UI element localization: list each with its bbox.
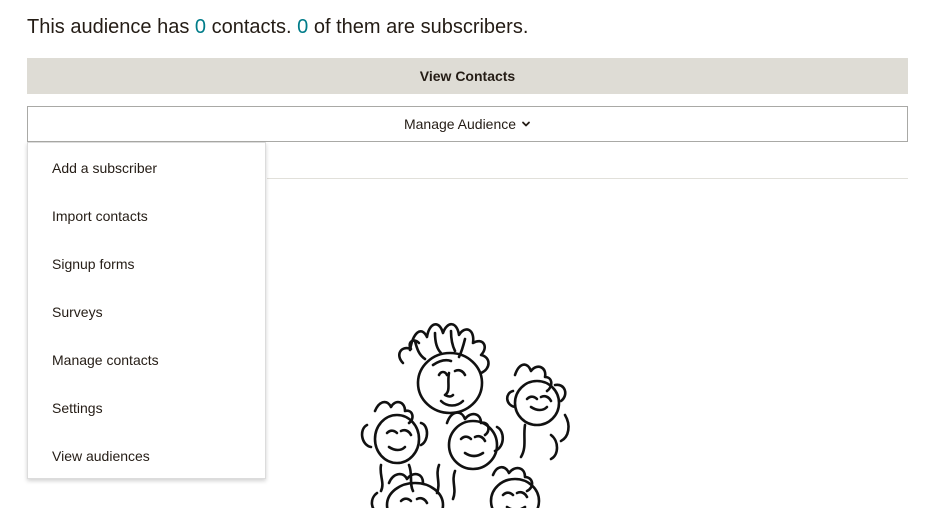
menu-item-manage-contacts[interactable]: Manage contacts: [28, 336, 265, 384]
menu-item-settings[interactable]: Settings: [28, 384, 265, 432]
crowd-illustration: [360, 322, 570, 508]
menu-item-surveys[interactable]: Surveys: [28, 288, 265, 336]
menu-item-import-contacts[interactable]: Import contacts: [28, 192, 265, 240]
manage-audience-label: Manage Audience: [403, 116, 517, 132]
menu-item-add-subscriber[interactable]: Add a subscriber: [28, 144, 265, 192]
manage-audience-button[interactable]: Manage Audience: [27, 106, 908, 142]
section-divider: [267, 178, 908, 179]
audience-page: This audience has 0 contacts. 0 of them …: [0, 0, 931, 508]
contacts-count: 0: [194, 16, 207, 38]
summary-middle: contacts.: [206, 16, 298, 38]
menu-item-signup-forms[interactable]: Signup forms: [28, 240, 265, 288]
menu-item-view-audiences[interactable]: View audiences: [28, 432, 265, 480]
summary-suffix: of them are subscribers.: [308, 16, 529, 38]
summary-prefix: This audience has: [27, 16, 195, 38]
view-contacts-button[interactable]: View Contacts: [27, 58, 908, 94]
audience-summary: This audience has 0 contacts. 0 of them …: [27, 14, 528, 40]
menu-list: Add a subscriber Import contacts Signup …: [28, 144, 265, 480]
subscribers-count: 0: [297, 16, 309, 38]
chevron-down-icon: [522, 121, 530, 127]
manage-audience-menu: Add a subscriber Import contacts Signup …: [27, 142, 266, 479]
view-contacts-label: View Contacts: [419, 68, 516, 84]
